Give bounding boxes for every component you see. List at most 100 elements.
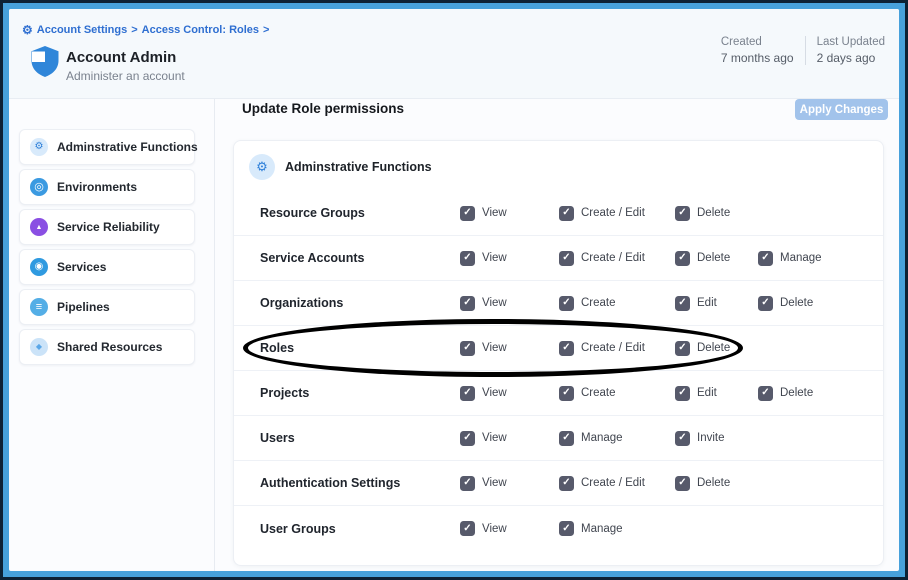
sidebar-item-label: Shared Resources (57, 340, 162, 354)
sidebar-item-label: Pipelines (57, 300, 110, 314)
checkbox-checked-icon[interactable] (460, 476, 475, 491)
checkbox-checked-icon[interactable] (758, 251, 773, 266)
permission-view[interactable]: View (460, 341, 559, 356)
table-row-service-accounts: Service Accounts View Create / Edit Dele… (234, 236, 883, 281)
checkbox-checked-icon[interactable] (675, 296, 690, 311)
permission-view[interactable]: View (460, 431, 559, 446)
permission-label: View (482, 207, 507, 219)
checkbox-checked-icon[interactable] (758, 386, 773, 401)
permission-create[interactable]: Create (559, 386, 675, 401)
permission-delete[interactable]: Delete (675, 251, 758, 266)
permission-view[interactable]: View (460, 476, 559, 491)
checkbox-checked-icon[interactable] (460, 431, 475, 446)
created-label: Created (721, 36, 794, 48)
table-row-users: Users View Manage Invite (234, 416, 883, 461)
checkbox-checked-icon[interactable] (675, 431, 690, 446)
checkbox-checked-icon[interactable] (675, 341, 690, 356)
checkbox-checked-icon[interactable] (460, 206, 475, 221)
gear-icon (249, 154, 275, 180)
sidebar-item-adminstrative-functions[interactable]: Adminstrative Functions (19, 129, 195, 165)
permission-create-edit[interactable]: Create / Edit (559, 251, 675, 266)
permission-manage[interactable]: Manage (559, 521, 675, 536)
permission-view[interactable]: View (460, 521, 559, 536)
permission-label: View (482, 297, 507, 309)
checkbox-checked-icon[interactable] (675, 251, 690, 266)
permission-invite[interactable]: Invite (675, 431, 758, 446)
checkbox-checked-icon[interactable] (559, 521, 574, 536)
permission-delete[interactable]: Delete (675, 341, 758, 356)
permission-delete[interactable]: Delete (758, 386, 873, 401)
checkbox-checked-icon[interactable] (758, 296, 773, 311)
checkbox-checked-icon[interactable] (559, 296, 574, 311)
checkbox-checked-icon[interactable] (675, 206, 690, 221)
sidebar-item-services[interactable]: Services (19, 249, 195, 285)
shared-resources-icon (30, 338, 48, 356)
page-subtitle: Administer an account (66, 69, 185, 83)
checkbox-checked-icon[interactable] (559, 206, 574, 221)
permission-label: Create / Edit (581, 252, 645, 264)
shield-icon (30, 45, 60, 83)
checkbox-checked-icon[interactable] (460, 341, 475, 356)
checkbox-checked-icon[interactable] (675, 386, 690, 401)
checkbox-checked-icon[interactable] (460, 296, 475, 311)
permission-delete[interactable]: Delete (758, 296, 873, 311)
permission-label: Create / Edit (581, 207, 645, 219)
table-row-authentication-settings: Authentication Settings View Create / Ed… (234, 461, 883, 506)
permission-label: Delete (697, 477, 730, 489)
permission-create-edit[interactable]: Create / Edit (559, 341, 675, 356)
sidebar-item-label: Service Reliability (57, 220, 160, 234)
permission-label: View (482, 387, 507, 399)
breadcrumb-account-settings[interactable]: Account Settings (37, 24, 127, 36)
sidebar-item-environments[interactable]: Environments (19, 169, 195, 205)
row-label: User Groups (260, 522, 460, 536)
permission-edit[interactable]: Edit (675, 386, 758, 401)
section-title: Update Role permissions (242, 101, 404, 116)
permission-label: Delete (780, 387, 813, 399)
permission-delete[interactable]: Delete (675, 206, 758, 221)
permission-edit[interactable]: Edit (675, 296, 758, 311)
permission-label: View (482, 252, 507, 264)
checkbox-checked-icon[interactable] (559, 476, 574, 491)
permission-label: View (482, 342, 507, 354)
checkbox-checked-icon[interactable] (559, 251, 574, 266)
row-label: Projects (260, 386, 460, 400)
checkbox-checked-icon[interactable] (559, 341, 574, 356)
checkbox-checked-icon[interactable] (460, 386, 475, 401)
permission-label: Delete (780, 297, 813, 309)
permission-create-edit[interactable]: Create / Edit (559, 476, 675, 491)
permission-label: Manage (581, 523, 623, 535)
last-updated-meta: Last Updated 2 days ago (817, 36, 885, 65)
sidebar-item-shared-resources[interactable]: Shared Resources (19, 329, 195, 365)
permission-label: Delete (697, 207, 730, 219)
permission-manage[interactable]: Manage (559, 431, 675, 446)
page-title: Account Admin (66, 49, 176, 66)
breadcrumb: Account Settings > Access Control: Roles… (22, 23, 269, 37)
checkbox-checked-icon[interactable] (559, 386, 574, 401)
checkbox-checked-icon[interactable] (675, 476, 690, 491)
permission-label: Edit (697, 387, 717, 399)
permission-view[interactable]: View (460, 296, 559, 311)
table-row-organizations: Organizations View Create Edit Delete (234, 281, 883, 326)
checkbox-checked-icon[interactable] (460, 251, 475, 266)
permission-create[interactable]: Create (559, 296, 675, 311)
apply-changes-button[interactable]: Apply Changes (795, 99, 888, 120)
permission-view[interactable]: View (460, 251, 559, 266)
checkbox-checked-icon[interactable] (559, 431, 574, 446)
permission-view[interactable]: View (460, 386, 559, 401)
sidebar-item-pipelines[interactable]: Pipelines (19, 289, 195, 325)
checkbox-checked-icon[interactable] (460, 521, 475, 536)
permission-delete[interactable]: Delete (675, 476, 758, 491)
permission-view[interactable]: View (460, 206, 559, 221)
permission-label: Edit (697, 297, 717, 309)
permissions-card-title: Adminstrative Functions (285, 160, 432, 174)
services-icon (30, 258, 48, 276)
table-row-user-groups: User Groups View Manage (234, 506, 883, 551)
breadcrumb-separator: > (131, 24, 137, 36)
breadcrumb-access-control-roles[interactable]: Access Control: Roles (142, 24, 259, 36)
permission-create-edit[interactable]: Create / Edit (559, 206, 675, 221)
sidebar-item-service-reliability[interactable]: Service Reliability (19, 209, 195, 245)
sidebar-item-label: Environments (57, 180, 137, 194)
permission-manage[interactable]: Manage (758, 251, 873, 266)
permission-label: View (482, 432, 507, 444)
permission-label: Delete (697, 342, 730, 354)
